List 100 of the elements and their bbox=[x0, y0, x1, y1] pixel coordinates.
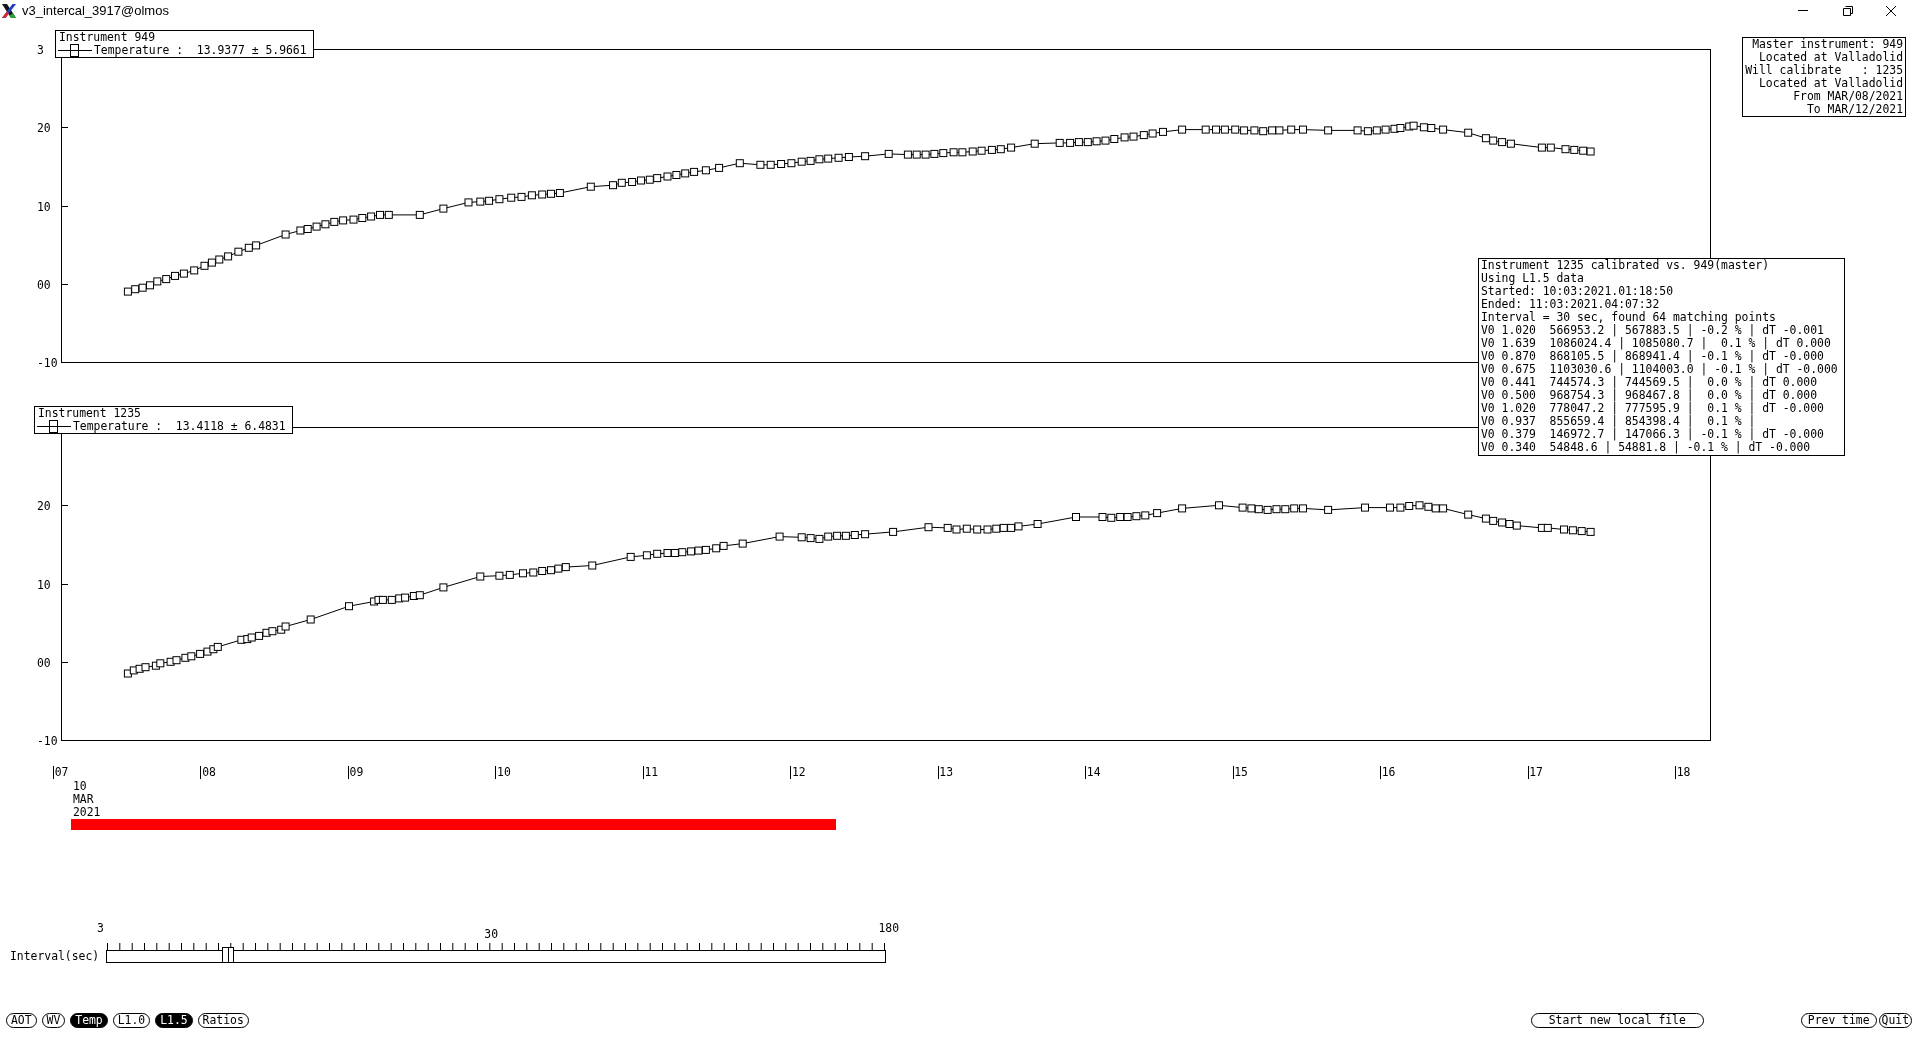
data-point bbox=[1353, 126, 1362, 135]
data-point bbox=[1324, 505, 1333, 514]
data-point bbox=[1030, 139, 1039, 148]
data-point bbox=[1409, 121, 1418, 130]
report-line: Instrument 1235 calibrated vs. 949(master) bbox=[1481, 259, 1770, 272]
data-point bbox=[339, 216, 348, 225]
data-point bbox=[678, 548, 687, 557]
data-point bbox=[806, 156, 815, 165]
data-point bbox=[153, 277, 162, 286]
data-point bbox=[321, 220, 330, 229]
report-line: V0 1.020 566953.2 | 567883.5 | -0.2 % | dT -0.001 bbox=[1481, 324, 1824, 337]
data-point bbox=[1129, 132, 1138, 141]
data-point bbox=[1220, 125, 1229, 134]
restore-icon bbox=[1842, 5, 1853, 16]
data-point bbox=[415, 210, 424, 219]
data-point bbox=[1299, 125, 1307, 134]
info-line: Located at Valladolid bbox=[1759, 77, 1903, 90]
data-point bbox=[476, 197, 485, 206]
data-point bbox=[958, 148, 967, 157]
data-point bbox=[766, 160, 775, 169]
data-point bbox=[1464, 510, 1473, 519]
data-point bbox=[1424, 502, 1433, 511]
quit-button[interactable]: Quit bbox=[1878, 1013, 1912, 1028]
mode-button[interactable]: AOT bbox=[6, 1013, 37, 1028]
data-point bbox=[401, 593, 410, 602]
data-point bbox=[663, 172, 672, 181]
data-point bbox=[196, 649, 205, 658]
minimize-icon bbox=[1797, 10, 1808, 11]
data-point bbox=[529, 568, 538, 577]
data-point bbox=[476, 572, 485, 581]
x-tick-label: 18 bbox=[1676, 765, 1691, 779]
data-point bbox=[1263, 505, 1272, 514]
data-point bbox=[815, 534, 824, 543]
data-point bbox=[1439, 125, 1448, 134]
prev-time-button[interactable]: Prev time bbox=[1800, 1013, 1877, 1028]
data-point bbox=[690, 167, 699, 176]
data-point bbox=[626, 552, 635, 561]
data-point bbox=[824, 154, 833, 163]
data-point bbox=[1231, 125, 1240, 134]
data-point bbox=[642, 551, 651, 560]
y-tick-label: -10 bbox=[37, 355, 58, 370]
data-point bbox=[930, 149, 939, 158]
data-point bbox=[1361, 503, 1369, 512]
y-tick-label: 10 bbox=[37, 577, 51, 592]
data-point bbox=[861, 152, 870, 161]
date-label: MAR bbox=[73, 792, 94, 806]
data-point bbox=[1287, 125, 1296, 134]
info-line: Master instrument: 949 bbox=[1752, 38, 1903, 51]
data-point bbox=[987, 145, 996, 154]
data-point bbox=[203, 647, 212, 656]
data-point bbox=[172, 656, 181, 665]
data-point bbox=[588, 561, 597, 570]
data-point bbox=[1324, 126, 1333, 135]
slider-track[interactable] bbox=[106, 950, 886, 963]
data-point bbox=[538, 190, 547, 199]
x-tick-label: 11 bbox=[644, 765, 659, 779]
report-line: Using L1.5 data bbox=[1481, 272, 1584, 285]
data-point bbox=[921, 150, 930, 159]
data-point bbox=[949, 148, 958, 157]
data-point bbox=[903, 150, 912, 159]
data-point bbox=[1132, 512, 1141, 521]
mode-button[interactable]: L1.0 bbox=[112, 1013, 151, 1028]
data-point bbox=[1007, 523, 1016, 532]
x-tick-label: 14 bbox=[1086, 765, 1101, 779]
data-point bbox=[968, 147, 977, 156]
data-point bbox=[701, 545, 710, 554]
data-point bbox=[912, 150, 921, 159]
data-point bbox=[645, 175, 654, 184]
data-point bbox=[1290, 504, 1299, 513]
data-point bbox=[1092, 137, 1101, 146]
data-point bbox=[1568, 526, 1577, 535]
data-point bbox=[1014, 522, 1023, 531]
data-point bbox=[123, 287, 132, 296]
start-file-button[interactable]: Start new local file bbox=[1530, 1013, 1704, 1028]
data-point bbox=[1372, 126, 1381, 135]
data-point bbox=[1498, 518, 1507, 527]
mode-button[interactable]: WV bbox=[41, 1013, 66, 1028]
x-tick-label: 12 bbox=[791, 765, 806, 779]
data-point bbox=[1363, 127, 1372, 136]
data-point bbox=[815, 155, 824, 164]
mode-button[interactable]: Ratios bbox=[197, 1013, 249, 1028]
mode-button[interactable]: Temp bbox=[70, 1013, 108, 1028]
data-point bbox=[224, 252, 233, 261]
x-tick-label: 10 bbox=[497, 765, 511, 779]
data-point bbox=[756, 160, 765, 169]
info-line: Located at Valladolid bbox=[1759, 51, 1903, 64]
data-point bbox=[244, 243, 253, 252]
mode-button[interactable]: L1.5 bbox=[155, 1013, 193, 1028]
data-point bbox=[378, 595, 387, 604]
data-point bbox=[505, 570, 514, 579]
data-point bbox=[889, 527, 898, 536]
data-point bbox=[252, 241, 261, 250]
data-point bbox=[1201, 125, 1210, 134]
x-tick-label: 08 bbox=[202, 765, 216, 779]
data-point bbox=[1464, 128, 1473, 137]
slider-handle[interactable] bbox=[222, 947, 235, 963]
data-point bbox=[141, 663, 150, 672]
data-point bbox=[939, 149, 948, 158]
data-point bbox=[983, 525, 992, 534]
scale-label: 180 bbox=[878, 922, 899, 935]
